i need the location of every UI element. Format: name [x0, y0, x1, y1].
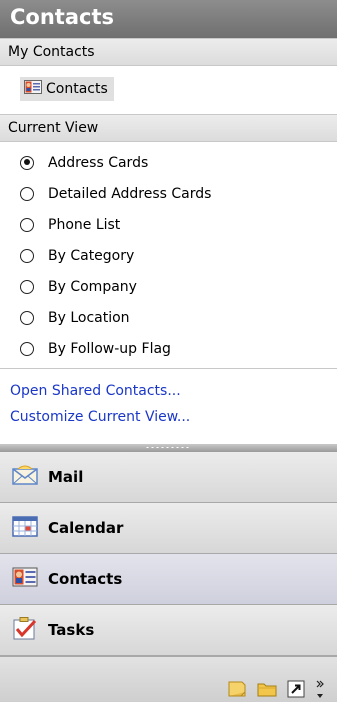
navigation-pane: Contacts My Contacts Contacts Current Vi…: [0, 0, 337, 702]
view-option-label: By Category: [48, 247, 135, 264]
nav-button-label: Calendar: [48, 519, 124, 537]
nav-button-mail[interactable]: Mail: [0, 452, 337, 503]
contacts-card-icon: [24, 80, 42, 98]
view-options: Address Cards Detailed Address Cards Pho…: [0, 142, 337, 364]
view-option-label: Address Cards: [48, 154, 149, 171]
nav-button-label: Mail: [48, 468, 84, 486]
splitter-grip-icon: [145, 446, 191, 449]
contacts-icon: [12, 566, 38, 592]
view-option-phone-list[interactable]: Phone List: [20, 209, 337, 240]
radio-button[interactable]: [20, 279, 34, 294]
nav-button-tasks[interactable]: Tasks: [0, 605, 337, 656]
view-option-by-location[interactable]: By Location: [20, 302, 337, 333]
view-option-by-follow-up-flag[interactable]: By Follow-up Flag: [20, 333, 337, 364]
view-option-label: By Follow-up Flag: [48, 340, 171, 357]
open-shared-contacts-link[interactable]: Open Shared Contacts...: [10, 383, 337, 409]
view-links: Open Shared Contacts... Customize Curren…: [0, 369, 337, 435]
view-option-address-cards[interactable]: Address Cards: [20, 147, 337, 178]
folder-list-icon[interactable]: [257, 680, 277, 702]
radio-button[interactable]: [20, 186, 34, 201]
radio-button[interactable]: [20, 155, 34, 170]
shortcuts-icon[interactable]: [287, 680, 305, 702]
calendar-icon: [12, 515, 38, 541]
navigation-buttons: Mail Calendar Contacts Tasks: [0, 452, 337, 656]
view-option-label: By Location: [48, 309, 130, 326]
nav-button-contacts[interactable]: Contacts: [0, 554, 337, 605]
notes-icon[interactable]: [227, 680, 247, 702]
current-view-header[interactable]: Current View: [0, 114, 337, 142]
view-option-detailed-address-cards[interactable]: Detailed Address Cards: [20, 178, 337, 209]
folder-label: Contacts: [46, 81, 108, 97]
radio-button[interactable]: [20, 248, 34, 263]
nav-button-calendar[interactable]: Calendar: [0, 503, 337, 554]
pane-splitter[interactable]: [0, 444, 337, 452]
pane-title: Contacts: [0, 0, 337, 38]
radio-button[interactable]: [20, 310, 34, 325]
nav-button-label: Contacts: [48, 570, 123, 588]
mail-icon: [12, 464, 38, 490]
folder-list: Contacts: [0, 66, 337, 114]
nav-button-label: Tasks: [48, 621, 95, 639]
my-contacts-header[interactable]: My Contacts: [0, 38, 337, 66]
radio-button[interactable]: [20, 217, 34, 232]
bottom-button-bar: [0, 656, 337, 702]
view-option-label: Phone List: [48, 216, 121, 233]
configure-buttons-icon[interactable]: [315, 679, 325, 702]
radio-button[interactable]: [20, 341, 34, 356]
view-option-by-company[interactable]: By Company: [20, 271, 337, 302]
view-option-label: By Company: [48, 278, 137, 295]
tasks-icon: [12, 616, 38, 644]
view-option-by-category[interactable]: By Category: [20, 240, 337, 271]
folder-contacts[interactable]: Contacts: [20, 77, 114, 101]
view-option-label: Detailed Address Cards: [48, 185, 212, 202]
customize-current-view-link[interactable]: Customize Current View...: [10, 409, 337, 435]
